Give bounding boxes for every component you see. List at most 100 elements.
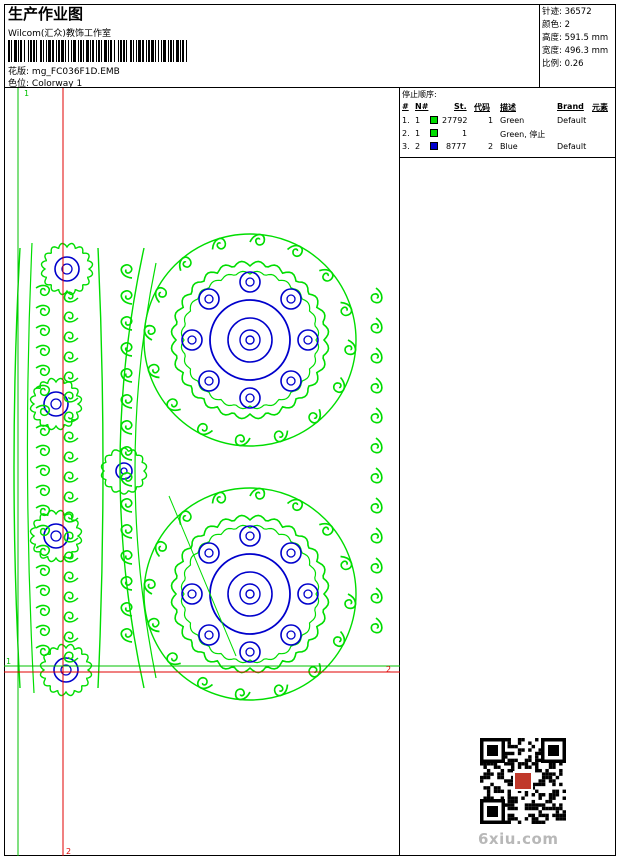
medallion-bottom-satellite-outer [239,641,261,663]
border-curl [35,624,51,637]
qr-module [541,782,546,787]
qr-module [559,768,563,773]
medallion-bottom-ring-mid [227,571,273,617]
qr-module [531,793,536,797]
qr-module [510,796,515,800]
qr-module [517,751,522,756]
width-row: 宽度: 496.3 mm [542,46,609,56]
barcode-bar [123,40,125,62]
edge-curl [370,527,383,544]
qr-module [535,758,539,763]
qr-module [524,762,529,766]
qr-module [507,820,511,824]
qr-module [552,765,556,769]
qr-module [528,765,532,769]
edge-curl [370,557,383,574]
qr-module [486,789,491,794]
qr-module [538,810,542,814]
qr-module [507,806,511,811]
medallion-top-satellite-inner [204,376,214,386]
qr-module [507,803,511,807]
qr-module [507,793,511,797]
medallion-bottom-curl-motif [234,688,251,701]
qr-module [528,806,532,811]
barcode-bar [52,40,54,62]
qr-module [541,793,546,797]
qr-module [548,779,553,783]
qr-module [559,772,563,776]
medallion-top-satellite-outer [239,271,261,293]
qr-module [552,779,556,783]
qr-module [483,775,487,780]
medallion-bottom-satellite-outer [181,583,203,605]
qr-module [535,820,539,824]
edge-curl [370,407,383,424]
qr-module [510,744,515,749]
barcode-bar [78,40,79,62]
border-curl [63,431,79,443]
qr-module [507,758,511,763]
qr-module [510,813,515,818]
border-curl [35,364,51,377]
medallion-bottom-curl-motif [344,593,357,610]
border-curl [35,584,51,597]
qr-module [548,806,553,811]
qr-module [524,817,529,821]
qr-module [541,803,546,807]
medallion-bottom-curl-motif [143,578,156,595]
qr-module [486,786,491,790]
col-header-needle: N# [415,102,429,111]
barcode-bar [170,40,172,62]
qr-module [524,803,529,807]
barcode-bar [46,40,47,62]
qr-module [507,782,511,787]
edge-curl [370,377,383,394]
qr-module [507,738,511,742]
band-curl [120,420,133,435]
header-panel: 生产作业图 Wilcom(汇众)教饰工作室 花版: mg_FC036F1D.EM… [4,4,540,89]
qr-module [480,779,484,783]
height-row: 高度: 591.5 mm [542,33,609,43]
stitches-value: 36572 [564,7,592,17]
page-title: 生产作业图 [8,5,84,23]
qr-module [541,779,546,783]
barcode-bar [56,40,57,62]
barcode-bar [136,40,137,62]
qr-module [559,782,563,787]
barcode-bar [28,40,29,62]
medallion-top-curl-motif [166,398,181,411]
medallion-bottom-satellite-inner [286,548,296,558]
edge-curl [370,347,383,364]
qr-module [548,765,553,769]
barcode-bar [65,40,66,62]
small-medallion-scallop [100,447,148,495]
medallion-top-satellite-outer [181,329,203,351]
qr-module [531,744,536,749]
qr-module [552,793,556,797]
qr-module [535,782,539,787]
qr-module [507,751,511,756]
qr-module [514,817,518,821]
barcode-bar [126,40,127,62]
band-curl [120,264,133,279]
barcode-bar [71,40,72,62]
guide-label-left: 1 [6,657,11,666]
colors-value: 2 [564,20,570,30]
medallion-top-curl-motif [234,434,251,447]
barcode-bar [104,40,107,62]
qr-module [552,806,556,811]
qr-module [528,813,532,818]
qr-module [548,799,553,804]
qr-module [524,758,529,763]
qr-module [510,799,515,804]
qr-module [521,748,525,752]
qr-module [528,803,532,807]
border-curl [63,611,79,623]
barcode-bar [90,40,91,62]
qr-module [524,793,529,797]
medallion-top-satellite-inner [204,294,214,304]
barcode-bar [114,40,115,62]
qr-module [514,744,518,749]
qr-module [562,810,566,814]
qr-module [507,779,511,783]
